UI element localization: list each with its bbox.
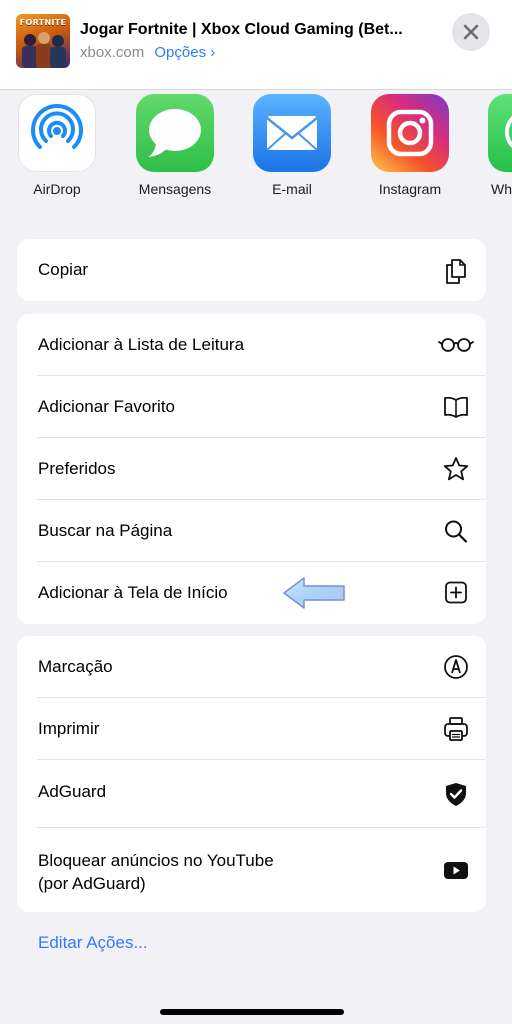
chevron-right-icon: › (210, 44, 216, 61)
whatsapp-icon (488, 94, 512, 172)
action-block-youtube-ads[interactable]: Bloquear anúncios no YouTube (por AdGuar… (17, 828, 486, 912)
extras-group: Marcação Imprimir AdGuard Bloquear anúnc… (17, 636, 486, 912)
app-label: Mensagens (138, 181, 212, 197)
page-subtitle: xbox.com Opções › (80, 44, 215, 61)
action-label: Preferidos (38, 459, 116, 478)
app-label: E-mail (272, 181, 312, 197)
action-label-line2: (por AdGuard) (38, 874, 146, 893)
action-label: Adicionar à Lista de Leitura (38, 335, 245, 354)
copy-group: Copiar (17, 239, 486, 301)
close-button[interactable] (452, 13, 490, 51)
action-copy[interactable]: Copiar (17, 239, 486, 301)
highlight-arrow-icon (283, 577, 345, 609)
share-header: FORTNITE Jogar Fortnite | Xbox Cloud Gam… (0, 0, 512, 90)
mail-icon (253, 94, 331, 172)
action-add-bookmark[interactable]: Adicionar Favorito (17, 376, 486, 438)
thumbnail-logo: FORTNITE (19, 18, 67, 27)
home-indicator (160, 1009, 344, 1015)
glasses-icon (438, 332, 474, 358)
options-link[interactable]: Opções › (154, 44, 215, 61)
thumbnail-characters (22, 32, 66, 68)
action-label: Bloquear anúncios no YouTube (por AdGuar… (38, 849, 274, 895)
edit-actions-link[interactable]: Editar Ações... (38, 933, 148, 953)
app-label: AirDrop (33, 181, 81, 197)
search-icon (442, 518, 470, 544)
airdrop-icon (18, 94, 96, 172)
close-icon (463, 24, 479, 40)
page-domain: xbox.com (80, 44, 145, 61)
action-label: Adicionar Favorito (38, 397, 176, 416)
action-label: AdGuard (38, 782, 107, 801)
action-reading-list[interactable]: Adicionar à Lista de Leitura (17, 314, 486, 376)
share-sheet: FORTNITE Jogar Fortnite | Xbox Cloud Gam… (0, 0, 512, 1024)
app-label: Instagram (378, 181, 442, 197)
add-square-icon (442, 580, 470, 606)
action-label: Buscar na Página (38, 521, 173, 540)
copy-icon (442, 257, 470, 284)
action-label: Marcação (38, 657, 113, 676)
youtube-icon (442, 857, 470, 883)
action-label-line1: Bloquear anúncios no YouTube (38, 851, 274, 870)
markup-icon (442, 654, 470, 680)
action-add-to-home-screen[interactable]: Adicionar à Tela de Início (17, 562, 486, 624)
book-icon (442, 394, 470, 420)
messages-icon (136, 94, 214, 172)
printer-icon (442, 716, 470, 742)
app-label: Wh (491, 181, 512, 197)
action-label: Adicionar à Tela de Início (38, 583, 228, 602)
action-label: Copiar (38, 260, 89, 279)
action-adguard[interactable]: AdGuard (17, 760, 486, 828)
action-favorites[interactable]: Preferidos (17, 438, 486, 500)
options-label: Opções (154, 44, 207, 61)
page-thumbnail: FORTNITE (16, 14, 70, 68)
instagram-icon (371, 94, 449, 172)
action-print[interactable]: Imprimir (17, 698, 486, 760)
action-label: Imprimir (38, 719, 100, 738)
shield-check-icon (442, 781, 470, 807)
action-find-on-page[interactable]: Buscar na Página (17, 500, 486, 562)
action-markup[interactable]: Marcação (17, 636, 486, 698)
page-title: Jogar Fortnite | Xbox Cloud Gaming (Bet.… (80, 21, 403, 38)
star-icon (442, 456, 470, 482)
page-actions-group: Adicionar à Lista de Leitura Adicionar F… (17, 314, 486, 624)
